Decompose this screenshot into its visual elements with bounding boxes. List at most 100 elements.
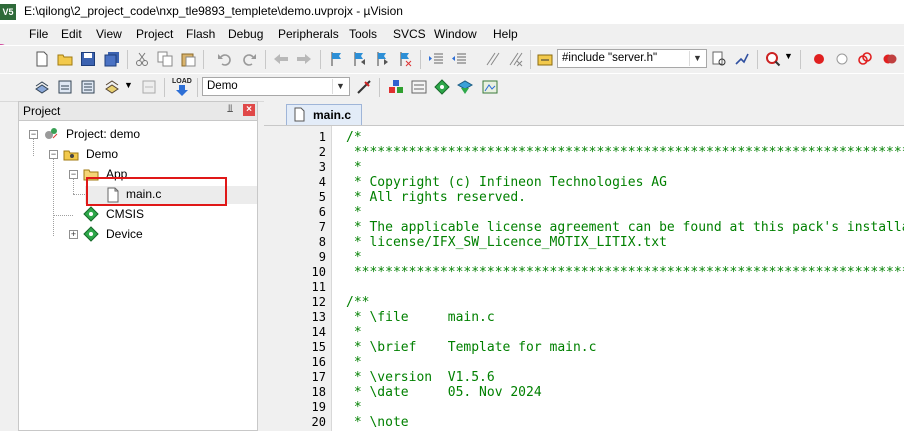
menu-tools[interactable]: Tools [349, 27, 377, 41]
pin-icon[interactable]: ⫫ [227, 103, 233, 116]
code-line: * The applicable license agreement can b… [353, 220, 904, 235]
uncomment-selection-icon[interactable] [508, 51, 524, 67]
comment-selection-icon[interactable] [485, 51, 501, 67]
new-file-icon[interactable] [34, 51, 50, 67]
menu-window[interactable]: Window [434, 27, 477, 41]
build-toolbar: ▼ LOAD Demo ▼ [0, 73, 904, 102]
menu-help[interactable]: Help [493, 27, 518, 41]
next-bookmark-icon[interactable] [374, 51, 390, 67]
cut-icon[interactable] [134, 51, 150, 67]
software-packs-icon[interactable] [482, 79, 498, 95]
toolbar-separator [127, 50, 128, 69]
uvision-app-icon: V5 [0, 4, 16, 20]
manage-project-items-icon[interactable] [388, 79, 404, 95]
line-number: 2 [318, 145, 326, 159]
close-icon[interactable]: × [243, 104, 255, 116]
insert-bookmark-icon[interactable] [328, 51, 344, 67]
rebuild-icon[interactable] [80, 79, 96, 95]
copy-icon[interactable] [157, 51, 173, 67]
select-packs-icon[interactable] [411, 79, 427, 95]
find-in-files-icon[interactable] [537, 51, 553, 67]
component-diamond-icon [83, 226, 99, 242]
project-gear-icon [45, 128, 58, 139]
tab-label: main.c [313, 108, 352, 122]
chevron-down-icon[interactable]: ▼ [332, 79, 348, 94]
code-line: * \brief Template for main.c [346, 340, 597, 355]
undo-icon[interactable] [217, 51, 233, 67]
line-number: 3 [318, 160, 326, 174]
load-label: LOAD [172, 78, 192, 85]
code-line: * \version V1.5.6 [346, 370, 495, 385]
menu-view[interactable]: View [96, 27, 122, 41]
translate-icon[interactable] [34, 79, 50, 95]
tree-item-group-device[interactable]: + Device [67, 226, 227, 244]
tree-connector [53, 158, 54, 236]
manage-run-time-environment-icon[interactable] [434, 79, 450, 95]
tab-main-c[interactable]: main.c [286, 104, 362, 125]
toolbar-separator [757, 50, 758, 69]
code-line: * \note [346, 415, 409, 430]
menu-flash[interactable]: Flash [186, 27, 215, 41]
disable-breakpoint-icon[interactable] [834, 51, 850, 67]
indent-icon[interactable] [428, 51, 444, 67]
kill-all-breakpoints-icon[interactable] [882, 51, 898, 67]
collapse-icon[interactable]: − [69, 170, 78, 179]
menu-svcs[interactable]: SVCS [393, 27, 426, 41]
menu-file[interactable]: File [29, 27, 48, 41]
menu-debug[interactable]: Debug [228, 27, 263, 41]
chevron-down-icon[interactable]: ▼ [124, 80, 133, 90]
pack-installer-icon[interactable] [457, 79, 473, 95]
download-to-flash-icon[interactable]: LOAD [172, 78, 192, 97]
navigate-back-icon[interactable] [273, 51, 289, 67]
previous-bookmark-icon[interactable] [351, 51, 367, 67]
expand-icon[interactable]: + [69, 230, 78, 239]
line-number-gutter: 1234567891011121314151617181920 − − [264, 126, 343, 431]
line-number: 19 [311, 400, 326, 414]
code-line: * Copyright (c) Infineon Technologies AG [346, 175, 667, 190]
save-all-icon[interactable] [104, 51, 120, 67]
code-editor[interactable]: /* *************************************… [332, 126, 904, 431]
insert-breakpoint-icon[interactable] [811, 51, 827, 67]
code-line: /* [346, 130, 362, 145]
tree-item-label: Project: demo [66, 127, 141, 141]
menu-project[interactable]: Project [136, 27, 173, 41]
menu-edit[interactable]: Edit [61, 27, 82, 41]
navigate-forward-icon[interactable] [296, 51, 312, 67]
disable-all-breakpoints-icon[interactable] [857, 51, 873, 67]
clear-bookmarks-icon[interactable] [397, 51, 413, 67]
toolbar-separator [530, 50, 531, 69]
chevron-down-icon[interactable]: ▼ [784, 51, 793, 61]
stop-build-icon[interactable] [141, 79, 157, 95]
code-line: /** [346, 295, 370, 310]
paste-icon[interactable] [180, 51, 196, 67]
batch-build-icon[interactable] [104, 79, 120, 95]
target-select[interactable]: Demo ▼ [202, 77, 350, 96]
line-number: 9 [318, 250, 326, 264]
incremental-find-icon[interactable] [734, 51, 750, 67]
tree-item-project-root[interactable]: − Project: demo [27, 126, 227, 144]
toolbar-separator [379, 78, 380, 97]
find-include-combo[interactable]: #include "server.h" ▼ [557, 49, 707, 68]
unindent-icon[interactable] [451, 51, 467, 67]
line-number: 12 [311, 295, 326, 309]
collapse-icon[interactable]: − [29, 130, 38, 139]
menu-peripherals[interactable]: Peripherals [278, 27, 339, 41]
save-icon[interactable] [80, 51, 96, 67]
open-folder-icon[interactable] [57, 51, 73, 67]
redo-icon[interactable] [241, 51, 257, 67]
find-icon[interactable] [711, 51, 727, 67]
code-line: * [346, 250, 362, 265]
find-combo-text: #include "server.h" [562, 52, 658, 64]
code-line: ****************************************… [353, 145, 904, 160]
chevron-down-icon[interactable]: ▼ [689, 51, 705, 66]
tree-item-group-cmsis[interactable]: CMSIS [67, 206, 227, 224]
code-line: ****************************************… [353, 265, 904, 280]
toolbar-separator [197, 78, 198, 97]
collapse-icon[interactable]: − [49, 150, 58, 159]
code-line: * license/IFX_SW_Licence_MOTIX_LITIX.txt [346, 235, 667, 250]
target-options-icon[interactable] [356, 79, 372, 95]
build-icon[interactable] [57, 79, 73, 95]
line-number: 7 [318, 220, 326, 234]
tree-item-target-demo[interactable]: − Demo [47, 146, 227, 164]
debug-session-icon[interactable] [765, 51, 781, 67]
